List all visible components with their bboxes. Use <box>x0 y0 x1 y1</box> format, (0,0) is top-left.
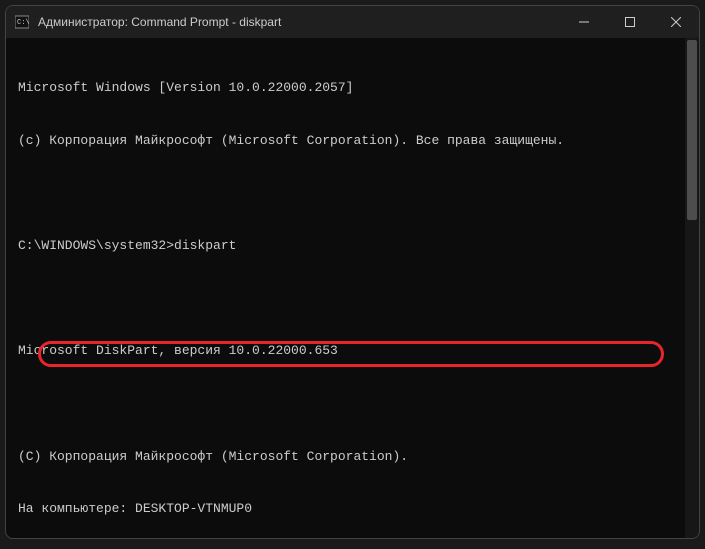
prompt-text: C:\WINDOWS\system32> <box>18 238 174 253</box>
command-text: diskpart <box>174 238 236 253</box>
close-button[interactable] <box>653 6 699 38</box>
minimize-button[interactable] <box>561 6 607 38</box>
blank-line <box>18 184 695 202</box>
close-icon <box>671 17 681 27</box>
svg-text:C:\: C:\ <box>17 19 29 27</box>
maximize-button[interactable] <box>607 6 653 38</box>
terminal-area[interactable]: Microsoft Windows [Version 10.0.22000.20… <box>6 38 699 538</box>
window-controls <box>561 6 699 38</box>
prompt-line: C:\WINDOWS\system32>diskpart <box>18 237 695 255</box>
minimize-icon <box>579 17 589 27</box>
titlebar[interactable]: C:\ Администратор: Command Prompt - disk… <box>6 6 699 38</box>
blank-line <box>18 290 695 308</box>
output-line: (c) Корпорация Майкрософт (Microsoft Cor… <box>18 132 695 150</box>
command-prompt-window: C:\ Администратор: Command Prompt - disk… <box>5 5 700 539</box>
output-line: Microsoft Windows [Version 10.0.22000.20… <box>18 79 695 97</box>
blank-line <box>18 395 695 413</box>
app-icon: C:\ <box>14 14 30 30</box>
output-line: (C) Корпорация Майкрософт (Microsoft Cor… <box>18 448 695 466</box>
maximize-icon <box>625 17 635 27</box>
window-title: Администратор: Command Prompt - diskpart <box>38 15 561 29</box>
scrollbar-thumb[interactable] <box>687 40 697 220</box>
output-line: Microsoft DiskPart, версия 10.0.22000.65… <box>18 342 695 360</box>
output-line: На компьютере: DESKTOP-VTNMUP0 <box>18 500 695 518</box>
scrollbar[interactable] <box>685 38 699 538</box>
